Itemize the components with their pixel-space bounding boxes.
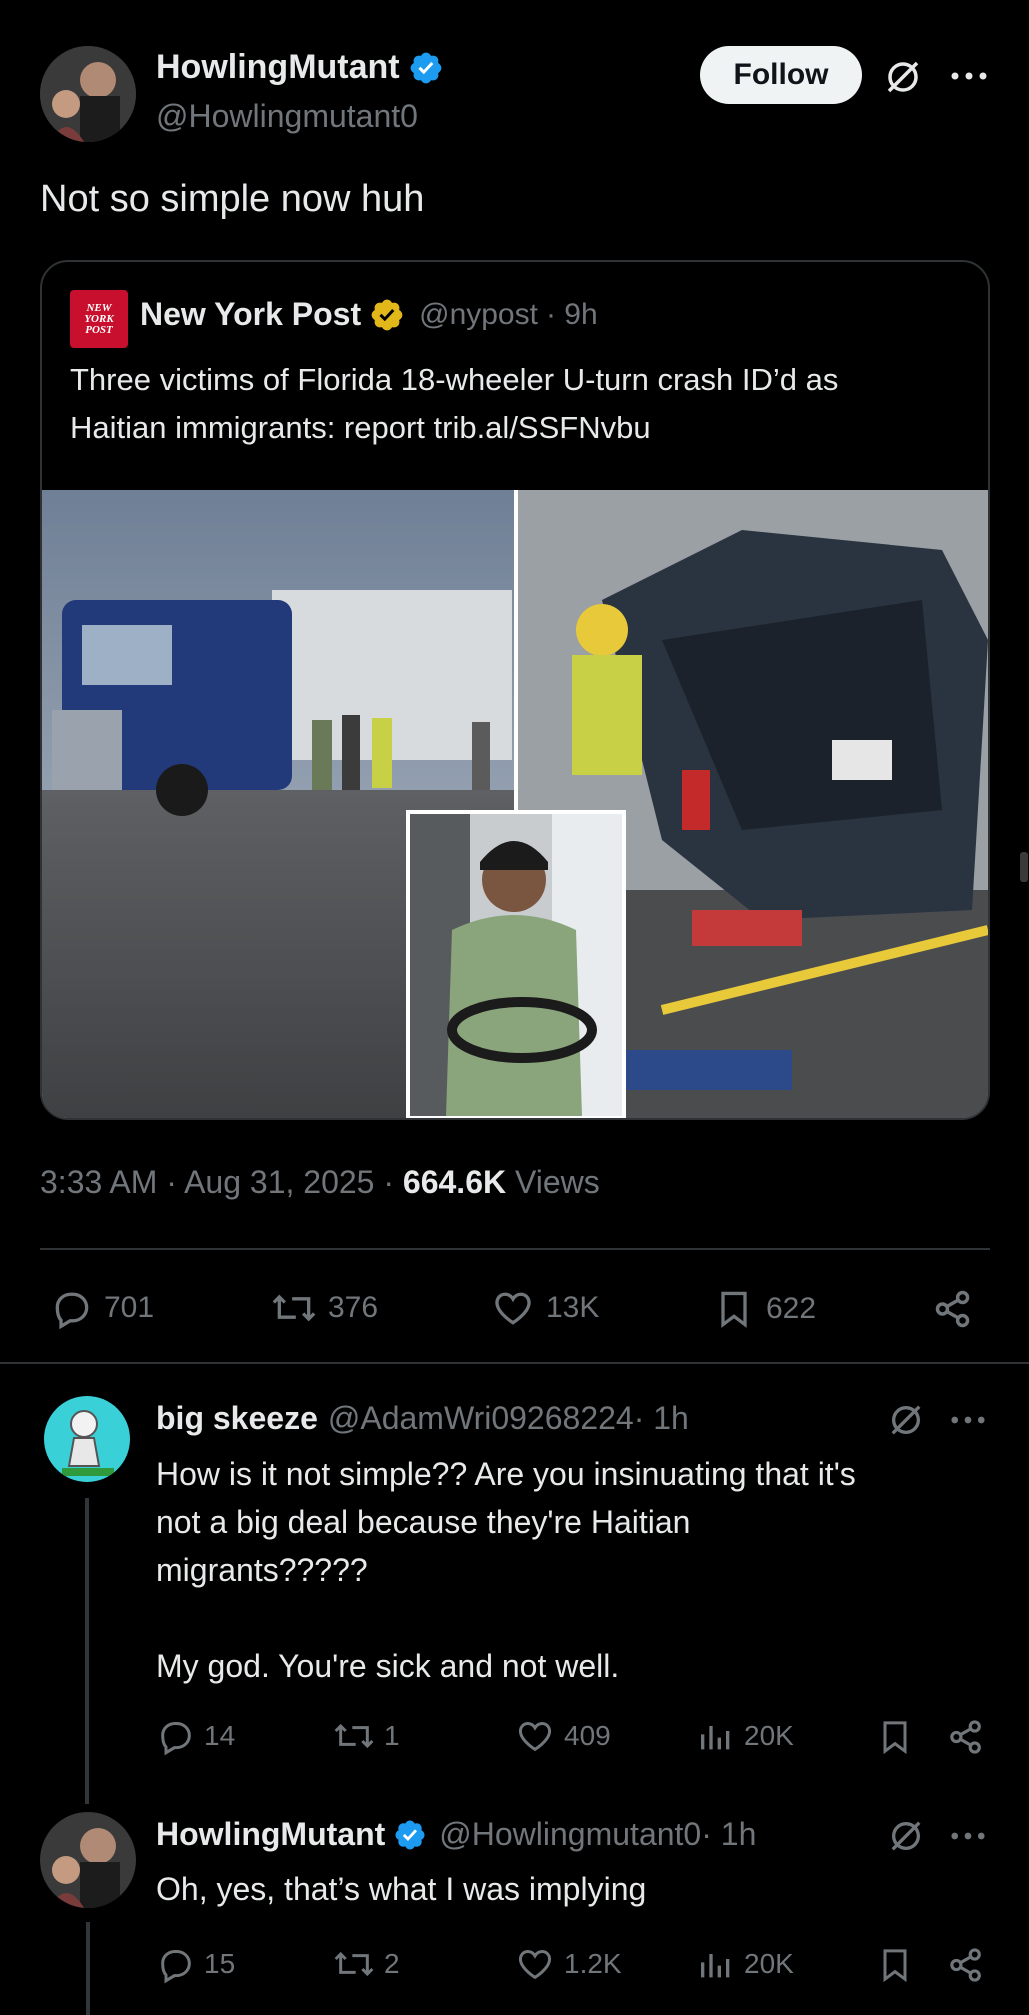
views-count: 664.6K [402, 1164, 507, 1200]
like-count: 409 [564, 1720, 611, 1751]
reply-button[interactable]: 14 [156, 1716, 235, 1756]
quoted-author-handle[interactable]: @nypost [419, 298, 538, 332]
reply-avatar[interactable] [40, 1812, 136, 1908]
repost-icon [332, 1716, 376, 1756]
reply-author-name[interactable]: HowlingMutant [156, 1816, 385, 1853]
share-icon[interactable] [944, 1944, 988, 1986]
views-icon [696, 1944, 736, 1984]
nypost-logo: NEW YORK POST [70, 290, 128, 348]
reply-text-line: migrants????? [156, 1552, 368, 1588]
grok-icon[interactable] [884, 1814, 928, 1858]
views-count: 20K [744, 1720, 794, 1751]
repost-icon [332, 1944, 376, 1984]
repost-count: 2 [384, 1948, 400, 1979]
views-button[interactable]: 20K [696, 1716, 794, 1756]
reply-text-line: not a big deal because they're Haitian [156, 1504, 691, 1540]
reply-count: 14 [204, 1720, 236, 1751]
repost-button[interactable]: 2 [332, 1944, 400, 1984]
reply-avatar[interactable] [44, 1396, 130, 1482]
bookmark-count: 622 [766, 1292, 817, 1325]
quoted-media-image[interactable] [42, 490, 988, 1118]
like-icon [514, 1716, 556, 1756]
bookmark-icon[interactable] [874, 1944, 916, 1986]
repost-count: 376 [328, 1291, 379, 1324]
reply-time: · 1h [633, 1400, 689, 1436]
bookmark-icon[interactable] [874, 1716, 916, 1758]
reply-button[interactable]: 15 [156, 1944, 235, 1984]
follow-button[interactable]: Follow [700, 46, 862, 104]
reply-button[interactable]: 701 [50, 1286, 154, 1330]
like-count: 13K [546, 1291, 600, 1324]
thread-line [86, 1922, 90, 2015]
scrollbar[interactable] [1020, 852, 1028, 882]
post-text: Not so simple now huh [40, 178, 425, 220]
share-icon[interactable] [944, 1716, 988, 1758]
follow-button-label: Follow [733, 58, 829, 91]
reply-count: 15 [204, 1948, 236, 1979]
like-icon [490, 1286, 536, 1330]
bookmark-button[interactable]: 622 [712, 1286, 816, 1332]
reply-count: 701 [104, 1291, 155, 1324]
views-label: Views [506, 1164, 600, 1200]
reply-text-line: How is it not simple?? Are you insinuati… [156, 1456, 856, 1492]
author-avatar[interactable] [40, 46, 136, 142]
quoted-post-card[interactable]: NEW YORK POST New York Post @nypost · 9h… [40, 260, 990, 1120]
like-button[interactable]: 409 [514, 1716, 611, 1756]
quoted-time: · 9h [545, 297, 598, 331]
reply-author-handle[interactable]: @AdamWri09268224 [328, 1400, 634, 1437]
thread-line [85, 1498, 89, 1804]
views-button[interactable]: 20K [696, 1944, 794, 1984]
bookmark-icon [712, 1286, 756, 1332]
reply-icon [50, 1286, 94, 1330]
reply-text: Oh, yes, that’s what I was implying [156, 1868, 646, 1910]
more-options-icon[interactable] [946, 56, 992, 96]
reply-author-handle[interactable]: @Howlingmutant0 [439, 1816, 701, 1853]
like-count: 1.2K [564, 1948, 622, 1979]
divider [0, 1362, 1029, 1364]
repost-button[interactable]: 1 [332, 1716, 400, 1756]
more-options-icon[interactable] [946, 1400, 990, 1440]
reply-text-line: My god. You're sick and not well. [156, 1648, 620, 1684]
verified-badge-icon [408, 50, 444, 86]
more-options-icon[interactable] [946, 1816, 990, 1856]
views-count: 20K [744, 1948, 794, 1979]
quoted-text-line-1: Three victims of Florida 18-wheeler U-tu… [70, 362, 839, 397]
nypost-logo-text: NEW YORK POST [84, 301, 114, 336]
like-icon [514, 1944, 556, 1984]
reply-text-line [156, 1594, 856, 1642]
repost-count: 1 [384, 1720, 400, 1751]
repost-button[interactable]: 376 [270, 1286, 378, 1330]
reply-icon [156, 1944, 196, 1984]
quoted-author-name[interactable]: New York Post [140, 296, 361, 333]
author-handle[interactable]: @Howlingmutant0 [156, 98, 418, 135]
reply-text-line: Oh, yes, that’s what I was implying [156, 1871, 647, 1907]
author-name[interactable]: HowlingMutant [156, 48, 400, 87]
verified-gold-badge-icon [369, 297, 405, 333]
reply-icon [156, 1716, 196, 1756]
divider [40, 1248, 990, 1250]
like-button[interactable]: 1.2K [514, 1944, 622, 1984]
grok-icon[interactable] [880, 54, 926, 100]
verified-badge-icon [393, 1818, 427, 1852]
like-button[interactable]: 13K [490, 1286, 599, 1330]
reply-time: · 1h [701, 1816, 757, 1852]
repost-icon [270, 1286, 318, 1330]
grok-icon[interactable] [884, 1398, 928, 1442]
views-icon [696, 1716, 736, 1756]
post-timestamp[interactable]: 3:33 AM · Aug 31, 2025 · [40, 1164, 403, 1200]
reply-author-name[interactable]: big skeeze [156, 1400, 318, 1437]
reply-text: How is it not simple?? Are you insinuati… [156, 1450, 856, 1690]
share-icon[interactable] [928, 1286, 978, 1332]
quoted-text-line-2: Haitian immigrants: report trib.al/SSFNv… [70, 410, 651, 445]
